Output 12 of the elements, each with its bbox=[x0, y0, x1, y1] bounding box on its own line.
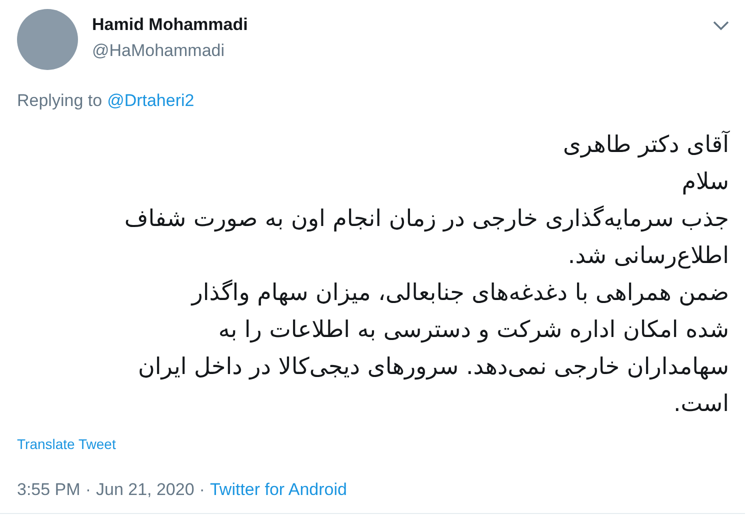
author-handle: @HaMohammadi bbox=[92, 40, 226, 62]
author-name[interactable]: Hamid Mohammadi bbox=[92, 14, 248, 36]
tweet-time: 3:55 PM bbox=[17, 479, 80, 501]
replying-label: Replying to bbox=[17, 90, 102, 112]
translate-link[interactable]: Translate Tweet bbox=[17, 436, 116, 452]
mention-link[interactable]: @Drtaheri2 bbox=[107, 89, 194, 113]
chevron-down-icon[interactable] bbox=[713, 21, 729, 31]
tweet-date: Jun 21, 2020 bbox=[96, 479, 194, 501]
tweet-body: آقای دکتر طاهری سلام جذب سرمایه‌گذاری خارجی در زمان انجام اون به صورت شفاف اطلاع‌رسانی شد. ضمن همراهی با دغدغه‌های جنابعالی، میزان سهام واگذار شده امکان اداره شرکت و دسترسی به اطلاعات را به سهامداران خارجی نمی‌دهد. سرورهای دیجی‌کالا در داخل ایران است. bbox=[123, 130, 731, 419]
source-link[interactable]: Twitter for Android bbox=[210, 478, 347, 502]
separator-dot: · bbox=[199, 479, 205, 501]
separator-dot: · bbox=[85, 479, 91, 501]
